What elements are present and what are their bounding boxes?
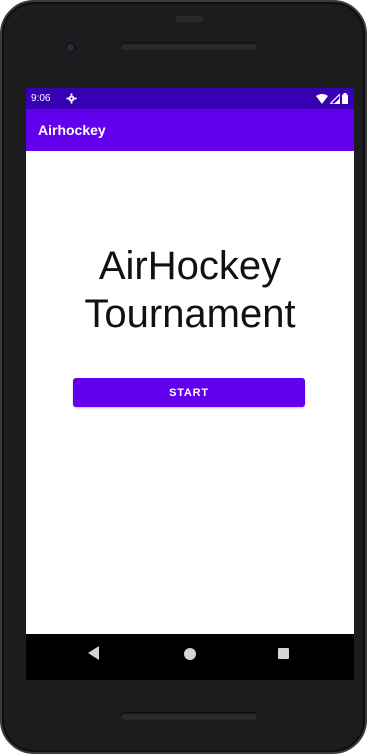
start-button[interactable]: START <box>73 378 305 407</box>
earpiece-notch <box>175 16 203 22</box>
app-bar: Airhockey <box>26 109 354 151</box>
top-speaker <box>120 42 258 50</box>
front-camera <box>65 42 76 53</box>
back-icon[interactable] <box>88 646 100 660</box>
recents-icon[interactable] <box>278 648 289 659</box>
status-time: 9:06 <box>31 93 51 104</box>
home-icon[interactable] <box>184 648 196 660</box>
wifi-icon <box>316 93 328 104</box>
gear-icon <box>66 93 77 104</box>
navigation-bar <box>26 634 354 680</box>
status-icons <box>316 93 348 104</box>
page-title: AirHockey Tournament <box>26 242 354 338</box>
screen: 9:06 Airhockey AirHockey Tournament STAR… <box>26 88 354 634</box>
main-content: AirHockey Tournament START <box>26 151 354 634</box>
battery-icon <box>342 93 348 104</box>
app-title: Airhockey <box>38 122 106 138</box>
headline-line-1: AirHockey <box>98 244 282 288</box>
phone-frame: 9:06 Airhockey AirHockey Tournament STAR… <box>0 0 367 754</box>
headline-line-2: Tournament <box>84 292 296 336</box>
status-bar: 9:06 <box>26 88 354 109</box>
bottom-speaker <box>120 712 258 720</box>
signal-icon <box>330 93 340 104</box>
